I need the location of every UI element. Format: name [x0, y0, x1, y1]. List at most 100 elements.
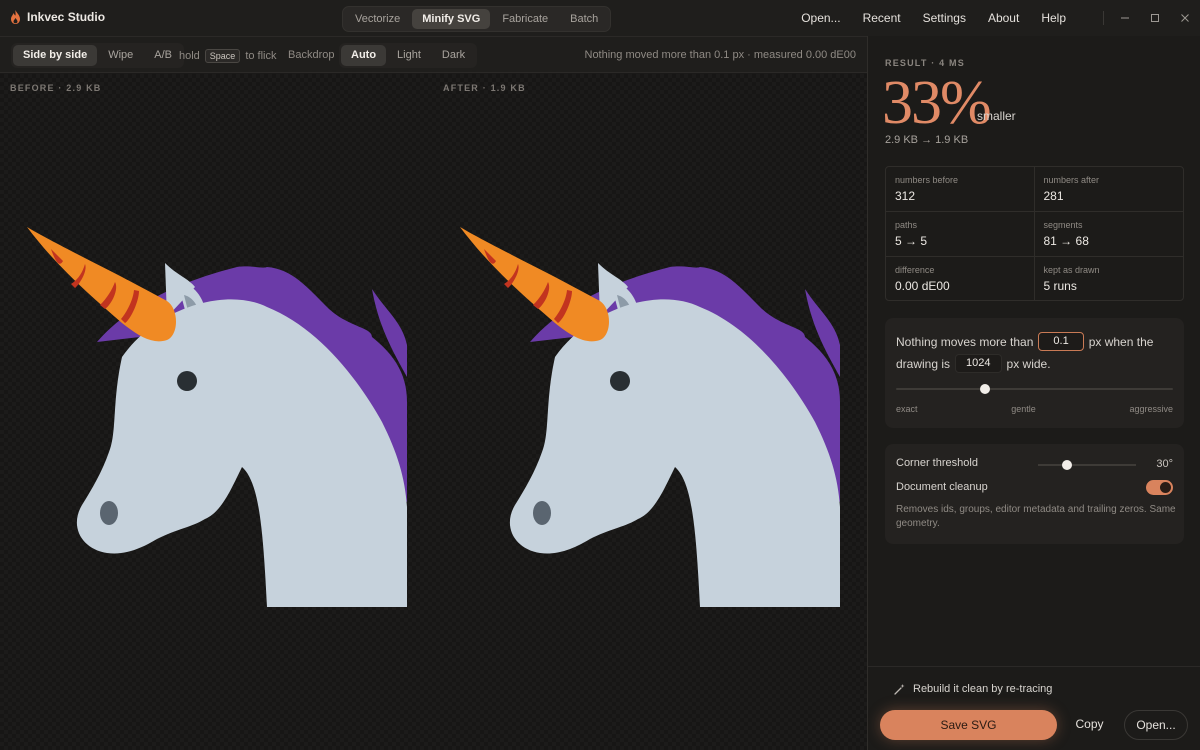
stats-grid: numbers before 312 numbers after 281 pat…: [885, 166, 1184, 301]
backdrop-light[interactable]: Light: [387, 45, 431, 66]
tolerance-text: px when the: [1088, 334, 1154, 349]
app-brand: Inkvec Studio: [10, 10, 105, 24]
divider: [1103, 11, 1104, 25]
retrace-label: Rebuild it clean by re-tracing: [913, 683, 1053, 695]
result-panel: RESULT · 4 MS 33% smaller 2.9 KB → 1.9 K…: [867, 36, 1200, 750]
app-title: Inkvec Studio: [27, 10, 106, 24]
stat-segments: segments 81 → 68: [1034, 212, 1183, 257]
scale-label-gentle: gentle: [1011, 404, 1036, 414]
maximize-button[interactable]: [1140, 0, 1170, 36]
divider: [868, 666, 1200, 667]
wand-icon: [894, 684, 905, 695]
drawing-width-input[interactable]: 1024: [955, 354, 1002, 373]
slider-handle[interactable]: [979, 384, 990, 394]
after-image: [460, 227, 840, 607]
backdrop-auto[interactable]: Auto: [341, 45, 387, 66]
tolerance-text: Nothing moves more than: [896, 334, 1034, 349]
open-button[interactable]: Open...: [1124, 710, 1188, 740]
minimize-icon: [1121, 17, 1129, 19]
retrace-link[interactable]: Rebuild it clean by re-tracing: [894, 683, 1052, 695]
flick-hint: hold Space to flick: [179, 49, 277, 63]
unicorn-drawing: [27, 227, 407, 607]
stat-value: 81 → 68: [1043, 234, 1089, 248]
stat-kept-as-drawn: kept as drawn 5 runs: [1035, 257, 1184, 301]
compare-wipe[interactable]: Wipe: [98, 45, 143, 66]
compare-toolbar: Side by side Wipe A/B hold Space to flic…: [0, 36, 867, 73]
compare-mode-switch: Side by side Wipe A/B: [11, 43, 184, 68]
mode-fabricate[interactable]: Fabricate: [492, 9, 558, 29]
space-key: Space: [204, 49, 241, 63]
mode-batch[interactable]: Batch: [560, 9, 608, 29]
before-label: BEFORE · 2.9 KB: [10, 83, 102, 93]
close-icon: [1181, 14, 1189, 22]
corner-threshold-value: 30°: [1156, 458, 1173, 470]
minimize-button[interactable]: [1110, 0, 1140, 36]
status-message: Nothing moved more than 0.1 px · measure…: [584, 49, 857, 61]
hint-suffix: to flick: [245, 50, 277, 62]
backdrop-dark[interactable]: Dark: [432, 45, 475, 66]
corner-threshold-slider[interactable]: [1038, 460, 1136, 470]
stat-label: paths: [895, 220, 918, 230]
window-controls: [1103, 0, 1200, 36]
compare-canvas[interactable]: BEFORE · 2.9 KB AFTER · 1.9 KB: [0, 74, 867, 750]
close-button[interactable]: [1170, 0, 1200, 36]
stat-numbers-before: numbers before 312: [886, 167, 1035, 212]
stat-label: segments: [1043, 220, 1083, 230]
result-label: RESULT · 4 MS: [885, 58, 965, 68]
flame-icon: [11, 10, 20, 24]
stat-value: 312: [895, 189, 916, 203]
maximize-icon: [1151, 14, 1159, 22]
stat-numbers-after: numbers after 281: [1034, 167, 1183, 212]
tolerance-input[interactable]: 0.1: [1038, 332, 1084, 351]
tolerance-text: px wide.: [1006, 356, 1051, 371]
title-bar: Inkvec Studio Vectorize Minify SVG Fabri…: [0, 0, 1200, 36]
stat-difference: difference 0.00 dE00: [886, 257, 1035, 301]
stat-label: kept as drawn: [1043, 265, 1100, 275]
slider-handle[interactable]: [1062, 460, 1073, 470]
tolerance-text: drawing is: [896, 356, 951, 371]
stat-paths: paths 5 → 5: [886, 212, 1035, 257]
document-cleanup-toggle[interactable]: [1146, 480, 1173, 495]
compare-side-by-side[interactable]: Side by side: [13, 45, 98, 66]
stat-value: 5 → 5: [895, 234, 928, 248]
backdrop-label: Backdrop: [288, 49, 335, 61]
tolerance-scale: exact gentle aggressive: [896, 404, 1173, 414]
stat-label: numbers after: [1043, 175, 1100, 185]
menu-settings[interactable]: Settings: [912, 11, 977, 25]
after-label: AFTER · 1.9 KB: [443, 83, 526, 93]
backdrop-switch: Auto Light Dark: [339, 43, 478, 68]
compare-ab[interactable]: A/B: [144, 45, 182, 66]
corner-threshold-label: Corner threshold: [896, 457, 978, 469]
hint-prefix: hold: [179, 50, 200, 62]
save-svg-button[interactable]: Save SVG: [880, 710, 1057, 740]
menu-help[interactable]: Help: [1030, 11, 1077, 25]
stat-label: numbers before: [895, 175, 959, 185]
menu-about[interactable]: About: [977, 11, 1030, 25]
before-image: [27, 227, 407, 607]
menu-recent[interactable]: Recent: [852, 11, 912, 25]
tolerance-card: Nothing moves more than 0.1 px when the …: [885, 318, 1184, 428]
mode-switcher: Vectorize Minify SVG Fabricate Batch: [342, 6, 612, 32]
reduction-caption: smaller: [977, 109, 1016, 123]
document-cleanup-label: Document cleanup: [896, 481, 988, 493]
mode-vectorize[interactable]: Vectorize: [345, 9, 410, 29]
stat-value: 0.00 dE00: [895, 279, 950, 293]
options-card: Corner threshold 30° Document cleanup Re…: [885, 444, 1184, 544]
scale-label-aggressive: aggressive: [1129, 404, 1173, 414]
reduction-percent: 33%: [882, 69, 992, 137]
stat-value: 281: [1043, 189, 1064, 203]
tolerance-sentence-line1: Nothing moves more than 0.1 px when the: [896, 332, 1153, 351]
copy-button[interactable]: Copy: [1064, 710, 1115, 740]
toggle-knob: [1160, 482, 1171, 493]
mode-minify-svg[interactable]: Minify SVG: [412, 9, 491, 29]
menu-bar: Open... Recent Settings About Help: [790, 0, 1077, 36]
stat-label: difference: [895, 265, 935, 275]
stat-value: 5 runs: [1043, 279, 1077, 293]
scale-label-exact: exact: [896, 404, 918, 414]
size-change: 2.9 KB → 1.9 KB: [885, 134, 969, 146]
menu-open[interactable]: Open...: [790, 11, 851, 25]
unicorn-drawing: [460, 227, 840, 607]
document-cleanup-description: Removes ids, groups, editor metadata and…: [896, 504, 1176, 529]
tolerance-slider[interactable]: [896, 384, 1173, 394]
tolerance-sentence-line2: drawing is 1024 px wide.: [896, 354, 1051, 373]
